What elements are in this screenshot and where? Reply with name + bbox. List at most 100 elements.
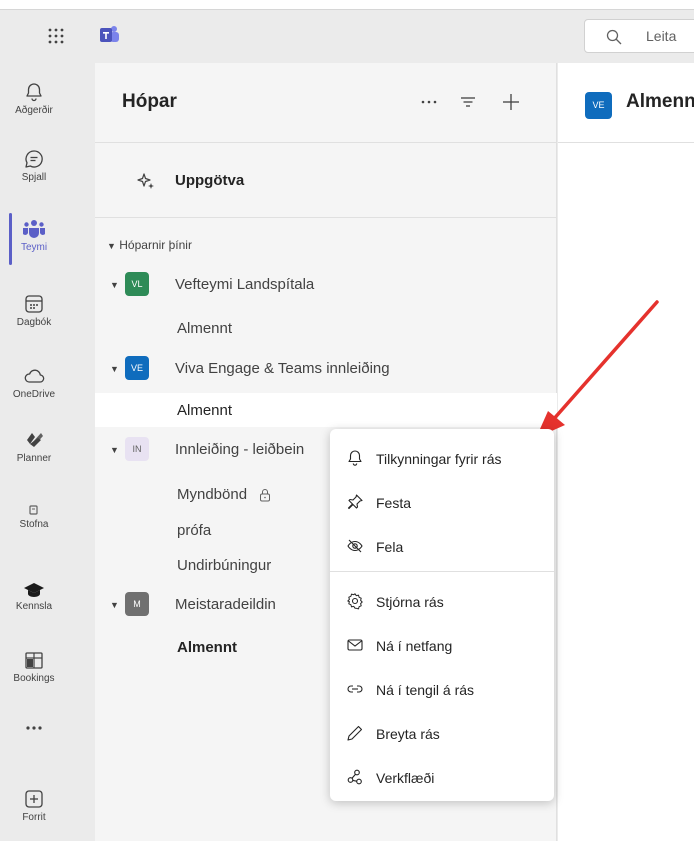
- rail-item-teams[interactable]: Teymi: [0, 218, 68, 284]
- channel-name: Almennt: [177, 320, 233, 337]
- menu-item-label: Verkflæði: [376, 770, 435, 786]
- menu-item-label: Tilkynningar fyrir rás: [376, 451, 502, 467]
- discover-button[interactable]: Uppgötva: [95, 144, 557, 218]
- team-name: Innleiðing - leiðbein: [175, 441, 305, 458]
- pin-icon: [347, 494, 363, 510]
- rail-label: Dagbók: [16, 317, 52, 328]
- panel-header: Hópar: [95, 63, 557, 143]
- expand-caret-icon: ▼: [110, 600, 119, 610]
- menu-item-label: Fela: [376, 539, 404, 555]
- channel-row-selected[interactable]: Almennt: [95, 393, 557, 427]
- menu-item-label: Breyta rás: [376, 726, 440, 742]
- settings-icon: [347, 593, 363, 610]
- link-icon: [347, 685, 363, 693]
- calendar-icon: [25, 295, 43, 313]
- eye-off-icon: [347, 539, 363, 553]
- pencil-icon: [347, 725, 363, 741]
- lock-icon: [260, 489, 271, 502]
- channel-name: Myndbönd: [177, 486, 248, 503]
- panel-title: Hópar: [122, 91, 177, 112]
- rail-label: Stofna: [19, 519, 49, 530]
- teams-logo-icon: [100, 26, 119, 42]
- rail-label: Forrit: [22, 812, 46, 823]
- menu-item-hide[interactable]: Fela: [330, 524, 554, 568]
- expand-caret-icon: ▼: [110, 280, 119, 290]
- rail-label: OneDrive: [12, 389, 56, 400]
- title-bar: Leita: [0, 10, 694, 63]
- channel-content: VE Almennt: [558, 63, 694, 841]
- team-name: Meistaradeildin: [175, 596, 276, 613]
- menu-divider: [330, 571, 554, 572]
- rail-more-button[interactable]: [0, 721, 68, 787]
- add-icon[interactable]: [500, 91, 522, 113]
- channel-row[interactable]: Almennt: [95, 311, 557, 345]
- team-avatar: VE: [125, 356, 149, 380]
- app-launcher-icon[interactable]: [44, 24, 68, 48]
- bell-icon: [26, 83, 42, 102]
- menu-item-workflows[interactable]: Verkflæði: [330, 755, 554, 799]
- window-top-edge: [0, 0, 694, 10]
- section-label: Hóparnir þínir: [119, 238, 192, 252]
- rail-item-calendar[interactable]: Dagbók: [0, 293, 68, 359]
- graduation-cap-icon: [24, 583, 44, 597]
- team-avatar: VL: [125, 272, 149, 296]
- rail-item-kennsla[interactable]: Kennsla: [0, 581, 68, 647]
- your-teams-header[interactable]: ▼ Hóparnir þínir: [107, 238, 192, 252]
- mail-icon: [347, 639, 363, 651]
- menu-item-get-email[interactable]: Ná í netfang: [330, 623, 554, 667]
- search-icon: [606, 29, 622, 45]
- rail-item-onedrive[interactable]: OneDrive: [0, 365, 68, 431]
- menu-item-label: Stjórna rás: [376, 594, 444, 610]
- menu-item-get-link[interactable]: Ná í tengil á rás: [330, 667, 554, 711]
- apps-icon: [25, 790, 43, 808]
- rail-label: Bookings: [13, 673, 55, 684]
- workflow-icon: [347, 769, 362, 785]
- menu-item-pin[interactable]: Festa: [330, 480, 554, 524]
- stofna-icon: [29, 505, 38, 515]
- channel-name-wrap: Myndbönd: [177, 486, 271, 503]
- team-avatar: M: [125, 592, 149, 616]
- team-row[interactable]: ▼ VE Viva Engage & Teams innleiðing: [95, 352, 557, 388]
- rail-label: Kennsla: [15, 601, 53, 612]
- filter-icon[interactable]: [457, 91, 479, 113]
- chat-icon: [25, 150, 43, 168]
- bookings-icon: [25, 652, 43, 669]
- sparkle-icon: [137, 173, 154, 189]
- rail-item-planner[interactable]: Planner: [0, 429, 68, 495]
- planner-icon: [27, 433, 43, 447]
- cloud-icon: [24, 369, 45, 383]
- search-placeholder: Leita: [646, 28, 677, 44]
- rail-item-stofna[interactable]: Stofna: [0, 503, 68, 569]
- more-options-icon[interactable]: [418, 91, 440, 113]
- team-row[interactable]: ▼ VL Vefteymi Landspítala: [95, 268, 557, 304]
- channel-name: Almennt: [177, 639, 237, 656]
- teams-icon: [23, 220, 45, 238]
- team-name: Viva Engage & Teams innleiðing: [175, 360, 390, 377]
- rail-label: Teymi: [20, 242, 48, 253]
- rail-item-bookings[interactable]: Bookings: [0, 649, 68, 715]
- menu-item-label: Ná í netfang: [376, 638, 453, 654]
- channel-title: Almennt: [626, 91, 694, 112]
- team-name: Vefteymi Landspítala: [175, 276, 315, 293]
- rail-label: Aðgerðir: [15, 105, 53, 116]
- discover-label: Uppgötva: [175, 172, 245, 189]
- menu-item-manage-channel[interactable]: Stjórna rás: [330, 579, 554, 623]
- menu-item-notifications[interactable]: Tilkynningar fyrir rás: [330, 436, 554, 480]
- expand-caret-icon: ▼: [110, 445, 119, 455]
- channel-context-menu: Tilkynningar fyrir rás Festa Fela Stjórn…: [330, 429, 554, 801]
- team-avatar: IN: [125, 437, 149, 461]
- channel-name: Undirbúningur: [177, 557, 272, 574]
- rail-label: Planner: [16, 453, 52, 464]
- app-rail: Aðgerðir Spjall Teymi Dagbók OneDrive Pl…: [0, 63, 68, 841]
- search-box[interactable]: Leita: [584, 19, 694, 53]
- menu-item-edit-channel[interactable]: Breyta rás: [330, 711, 554, 755]
- channel-header: VE Almennt: [558, 63, 694, 143]
- rail-label: Spjall: [21, 172, 47, 183]
- rail-item-activity[interactable]: Aðgerðir: [0, 81, 68, 147]
- channel-name: prófa: [177, 522, 212, 539]
- rail-item-apps[interactable]: Forrit: [0, 788, 68, 841]
- menu-item-label: Ná í tengil á rás: [376, 682, 475, 698]
- channel-name: Almennt: [177, 402, 233, 419]
- menu-item-label: Festa: [376, 495, 412, 511]
- rail-item-chat[interactable]: Spjall: [0, 148, 68, 214]
